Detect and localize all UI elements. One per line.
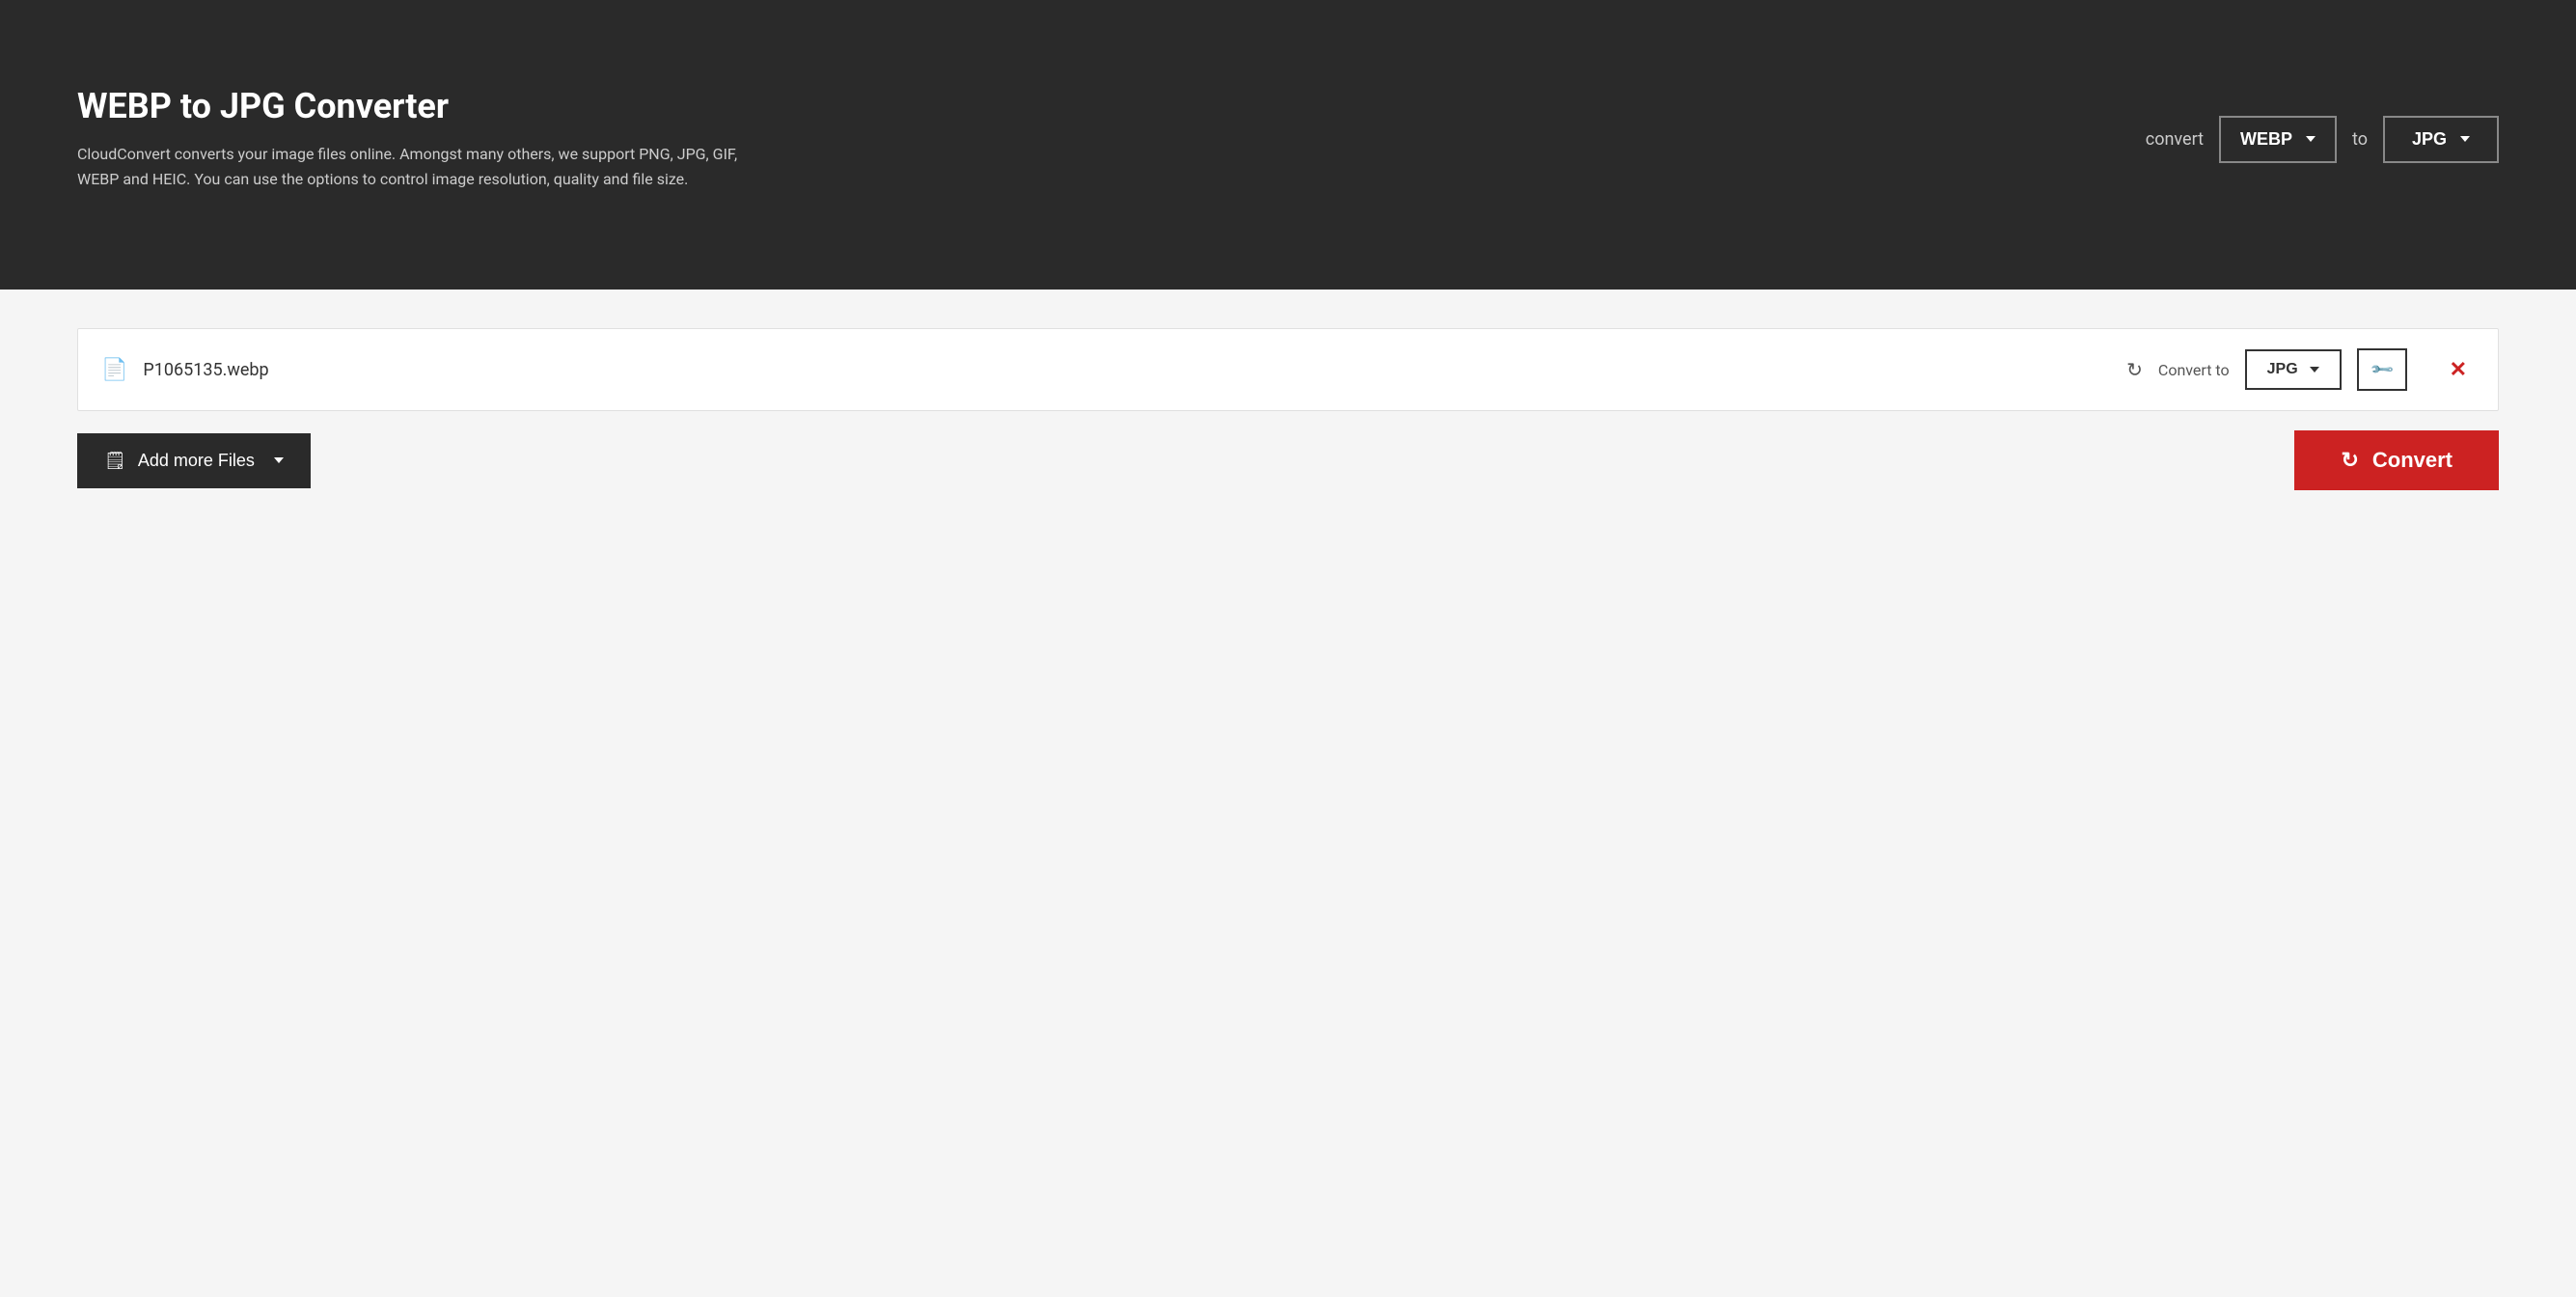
file-settings-button[interactable]: 🔧 (2357, 348, 2407, 391)
header-left: WEBP to JPG Converter CloudConvert conve… (77, 86, 753, 191)
header-description: CloudConvert converts your image files o… (77, 142, 753, 191)
header-converter-widget: convert WEBP to JPG (2146, 116, 2499, 163)
header-convert-label: convert (2146, 129, 2204, 150)
main-content: 📄 P1065135.webp ↻ Convert to JPG 🔧 ✕ 🗒 A… (0, 290, 2576, 1297)
convert-to-label: Convert to (2158, 361, 2230, 379)
source-format-chevron-icon (2306, 136, 2316, 142)
add-files-chevron-icon (274, 457, 284, 463)
file-format-chevron-icon (2310, 367, 2319, 373)
header: WEBP to JPG Converter CloudConvert conve… (0, 0, 2576, 290)
header-to-label: to (2352, 129, 2368, 150)
file-icon: 📄 (101, 358, 127, 382)
file-remove-button[interactable]: ✕ (2442, 353, 2475, 386)
file-format-dropdown[interactable]: JPG (2245, 349, 2342, 390)
target-format-chevron-icon (2460, 136, 2470, 142)
convert-button[interactable]: ↻ Convert (2294, 430, 2499, 490)
convert-label: Convert (2372, 448, 2453, 473)
convert-refresh-icon: ↻ (2341, 448, 2358, 473)
add-files-button[interactable]: 🗒 Add more Files (77, 433, 311, 488)
file-format-value: JPG (2267, 361, 2298, 378)
target-format-value: JPG (2412, 129, 2447, 150)
target-format-dropdown[interactable]: JPG (2383, 116, 2499, 163)
add-files-label: Add more Files (138, 451, 255, 471)
file-row: 📄 P1065135.webp ↻ Convert to JPG 🔧 ✕ (77, 328, 2499, 411)
page-title: WEBP to JPG Converter (77, 86, 753, 126)
file-actions: ↻ Convert to JPG 🔧 ✕ (2126, 348, 2475, 391)
file-name: P1065135.webp (143, 360, 2126, 380)
wrench-icon: 🔧 (2368, 356, 2395, 383)
add-file-icon: 🗒 (104, 451, 126, 471)
refresh-icon: ↻ (2126, 358, 2143, 381)
bottom-actions: 🗒 Add more Files ↻ Convert (77, 430, 2499, 490)
source-format-value: WEBP (2240, 129, 2292, 150)
source-format-dropdown[interactable]: WEBP (2219, 116, 2337, 163)
